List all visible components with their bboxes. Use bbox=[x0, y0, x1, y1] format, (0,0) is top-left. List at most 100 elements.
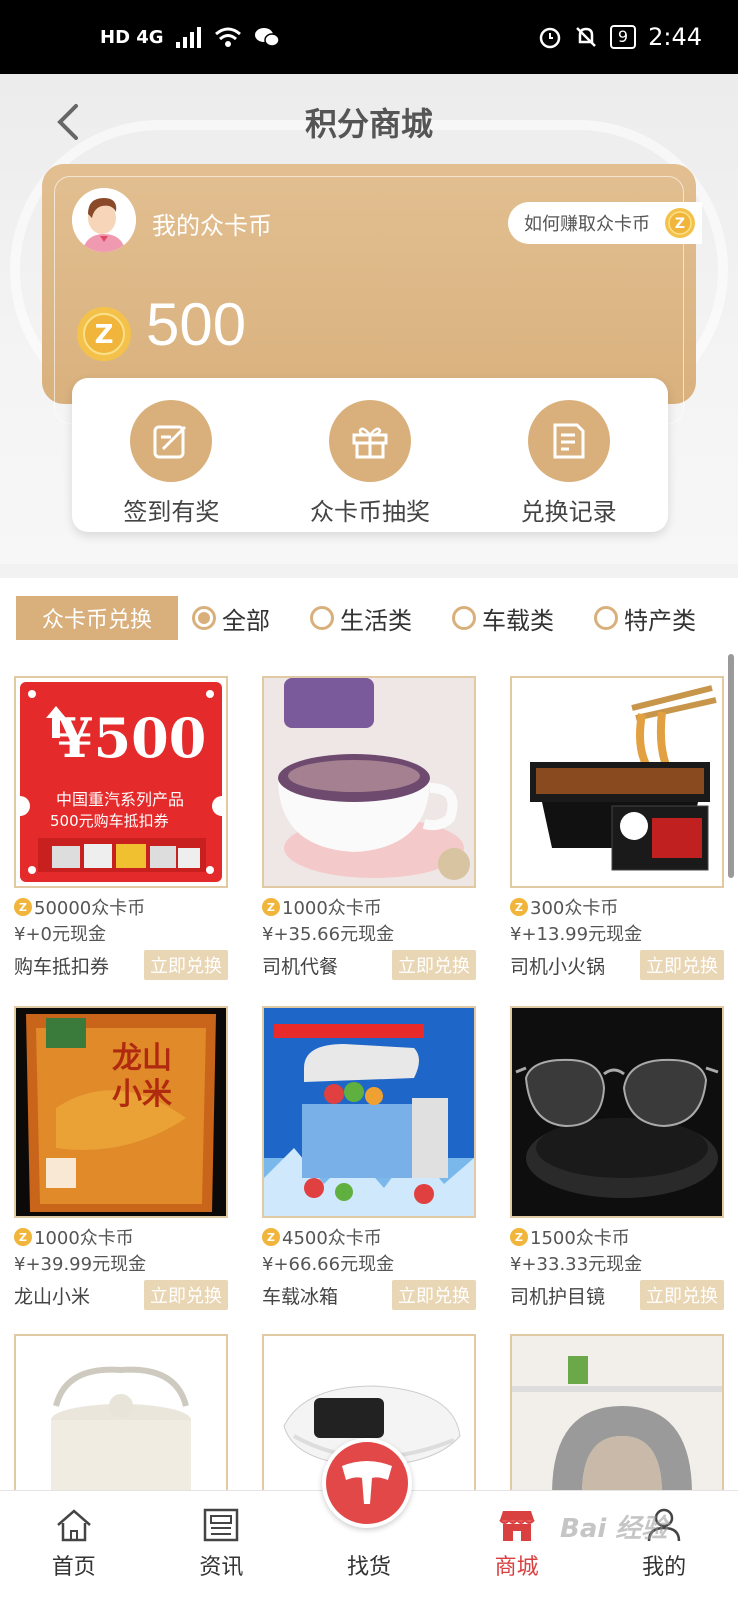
rice-cooker-image bbox=[16, 1336, 226, 1492]
product-name: 司机护目镜 bbox=[510, 1285, 606, 1308]
nav-store-label: 商城 bbox=[494, 1555, 539, 1580]
product-cash: ¥+13.99元现金 bbox=[510, 924, 643, 945]
redeem-button[interactable]: 立即兑换 bbox=[144, 950, 228, 980]
radio-icon bbox=[452, 606, 476, 630]
my-coin-label: 我的众卡币 bbox=[152, 212, 272, 240]
alarm-icon bbox=[539, 27, 561, 49]
product-bottom: 车载冰箱 立即兑换 bbox=[262, 1280, 476, 1310]
product-coin-row: Z 1000众卡币 bbox=[14, 1224, 228, 1250]
balance-coin-icon: Z bbox=[77, 307, 131, 361]
product-image[interactable] bbox=[14, 1334, 228, 1494]
filter-row: 众卡币兑换 全部 生活类 车载类 特产类 bbox=[0, 592, 738, 644]
product-image[interactable] bbox=[510, 1006, 724, 1218]
product-card[interactable]: ¥500 中国重汽系列产品 500元购车抵扣券 Z 50000众卡币 ¥+0元现金… bbox=[14, 676, 228, 980]
nav-bar: 积分商城 bbox=[0, 74, 738, 170]
back-arrow-icon bbox=[57, 104, 78, 140]
svg-text:Z: Z bbox=[95, 320, 114, 350]
nav-home[interactable]: 首页 bbox=[0, 1491, 148, 1600]
radio-icon bbox=[310, 606, 334, 630]
mute-icon bbox=[576, 27, 596, 47]
product-card[interactable] bbox=[14, 1334, 228, 1494]
product-card[interactable]: 龙山 小米 Z 1000众卡币 ¥+39.99元现金 龙山小米 立即兑换 bbox=[14, 1006, 228, 1310]
product-coins: 1000众卡币 bbox=[282, 898, 382, 919]
product-bottom: 龙山小米 立即兑换 bbox=[14, 1280, 228, 1310]
product-image[interactable] bbox=[510, 1334, 724, 1494]
filter-all-label: 全部 bbox=[222, 606, 270, 635]
lottery-label: 众卡币抽奖 bbox=[310, 498, 430, 526]
product-card[interactable]: Z 1500众卡币 ¥+33.33元现金 司机护目镜 立即兑换 bbox=[510, 1006, 724, 1310]
meal-replacement-image bbox=[264, 678, 474, 886]
avatar[interactable] bbox=[72, 188, 136, 252]
redeem-button[interactable]: 立即兑换 bbox=[392, 950, 476, 980]
nav-home-label: 首页 bbox=[51, 1555, 96, 1580]
product-card[interactable]: Z 4500众卡币 ¥+66.66元现金 车载冰箱 立即兑换 bbox=[262, 1006, 476, 1310]
product-image[interactable] bbox=[262, 676, 476, 888]
wechat-icon bbox=[254, 28, 280, 47]
redeem-button[interactable]: 立即兑换 bbox=[144, 1280, 228, 1310]
product-card[interactable]: Z 1000众卡币 ¥+35.66元现金 司机代餐 立即兑换 bbox=[262, 676, 476, 980]
coin-icon: Z bbox=[14, 1228, 32, 1246]
product-card[interactable]: Z 300众卡币 ¥+13.99元现金 司机小火锅 立即兑换 bbox=[510, 676, 724, 980]
coin-icon: Z bbox=[262, 1228, 280, 1246]
product-cash: ¥+39.99元现金 bbox=[14, 1254, 147, 1275]
product-coins: 4500众卡币 bbox=[282, 1228, 382, 1249]
product-card[interactable] bbox=[510, 1334, 724, 1494]
product-coin-row: Z 300众卡币 bbox=[510, 894, 724, 920]
filter-specialty[interactable]: 特产类 bbox=[594, 598, 696, 638]
battery-indicator: 9 bbox=[609, 25, 637, 49]
network-indicator: HD 4G bbox=[100, 26, 164, 48]
neck-pillow-image bbox=[512, 1336, 722, 1492]
records-button[interactable]: 兑换记录 bbox=[469, 378, 668, 532]
page-title: 积分商城 bbox=[304, 105, 433, 143]
redeem-button[interactable]: 立即兑换 bbox=[640, 1280, 724, 1310]
product-coins: 300众卡币 bbox=[530, 898, 619, 919]
product-image[interactable] bbox=[262, 1006, 476, 1218]
product-bottom: 购车抵扣券 立即兑换 bbox=[14, 950, 228, 980]
filter-vehicle[interactable]: 车载类 bbox=[452, 598, 554, 638]
action-card: 签到有奖 众卡币抽奖 兑换记录 bbox=[72, 378, 668, 532]
product-image[interactable]: ¥500 中国重汽系列产品 500元购车抵扣券 bbox=[14, 676, 228, 888]
product-name: 购车抵扣券 bbox=[14, 955, 110, 978]
filter-all[interactable]: 全部 bbox=[192, 598, 270, 638]
product-coins: 1500众卡币 bbox=[530, 1228, 630, 1249]
product-image[interactable]: 龙山 小米 bbox=[14, 1006, 228, 1218]
scrollbar[interactable] bbox=[728, 654, 734, 878]
coin-icon: Z bbox=[665, 208, 695, 238]
coin-icon: Z bbox=[510, 898, 528, 916]
filter-life-label: 生活类 bbox=[340, 606, 412, 635]
avatar-icon bbox=[72, 188, 136, 252]
lottery-button[interactable]: 众卡币抽奖 bbox=[271, 378, 470, 532]
hotpot-image bbox=[512, 678, 722, 886]
product-cash: ¥+66.66元现金 bbox=[262, 1254, 395, 1275]
wifi-icon bbox=[214, 27, 241, 47]
product-bottom: 司机代餐 立即兑换 bbox=[262, 950, 476, 980]
back-button[interactable] bbox=[44, 92, 92, 152]
product-bottom: 司机小火锅 立即兑换 bbox=[510, 950, 724, 980]
product-cash: ¥+33.33元现金 bbox=[510, 1254, 643, 1275]
find-goods-fab[interactable] bbox=[322, 1438, 412, 1528]
signal-icon bbox=[175, 27, 201, 48]
checkin-button[interactable]: 签到有奖 bbox=[72, 378, 271, 532]
earn-coins-link[interactable]: 如何赚取众卡币 Z bbox=[508, 202, 702, 244]
redeem-button[interactable]: 立即兑换 bbox=[392, 1280, 476, 1310]
product-cash: ¥+0元现金 bbox=[14, 924, 106, 945]
product-name: 司机代餐 bbox=[262, 955, 339, 978]
coin-icon: Z bbox=[14, 898, 32, 916]
redeem-button[interactable]: 立即兑换 bbox=[640, 950, 724, 980]
voucher-line1: 中国重汽系列产品 bbox=[56, 790, 185, 809]
store-icon bbox=[498, 1511, 535, 1541]
product-coin-row: Z 4500众卡币 bbox=[262, 1224, 476, 1250]
product-image[interactable] bbox=[510, 676, 724, 888]
product-bottom: 司机护目镜 立即兑换 bbox=[510, 1280, 724, 1310]
svg-text:Z: Z bbox=[675, 216, 685, 232]
checkin-icon bbox=[130, 400, 213, 482]
status-right: 9 2:44 bbox=[538, 23, 702, 51]
filter-vehicle-label: 车载类 bbox=[482, 606, 554, 635]
millet-image: 龙山 小米 bbox=[16, 1008, 226, 1216]
product-coin-row: Z 1000众卡币 bbox=[262, 894, 476, 920]
nav-mine-label: 我的 bbox=[642, 1555, 687, 1580]
voucher-line2: 500元购车抵扣券 bbox=[50, 812, 169, 830]
home-icon bbox=[56, 1509, 91, 1542]
filter-life[interactable]: 生活类 bbox=[310, 598, 412, 638]
nav-news[interactable]: 资讯 bbox=[148, 1491, 296, 1600]
